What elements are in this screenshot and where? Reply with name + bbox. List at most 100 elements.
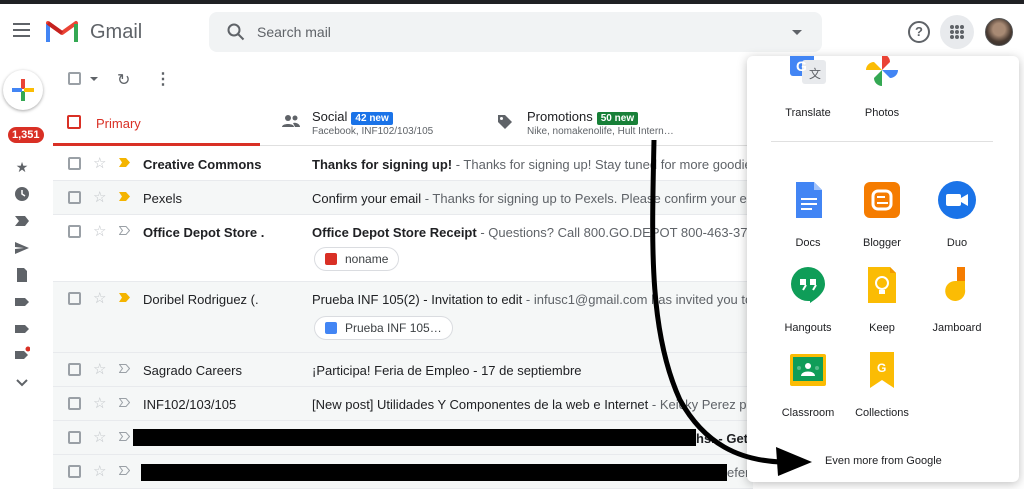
compose-button[interactable]	[3, 70, 43, 110]
app-duo[interactable]: Duo	[917, 180, 997, 249]
app-keep[interactable]: Keep	[842, 265, 922, 334]
table-row[interactable]: ☆ INF102/103/105 [New post] Utilidades Y…	[53, 387, 753, 421]
star-icon[interactable]: ☆	[93, 428, 106, 446]
table-row[interactable]: ☆ Pexels Confirm your email - Thanks for…	[53, 181, 753, 215]
clock-icon[interactable]	[14, 186, 30, 202]
chevron-down-icon[interactable]	[14, 374, 30, 390]
star-icon[interactable]: ★	[14, 159, 30, 175]
app-collections[interactable]: G Collections	[842, 350, 922, 419]
table-row[interactable]: ☆ Creative Commons Thanks for signing up…	[53, 147, 753, 181]
svg-text:G: G	[877, 361, 886, 375]
translate-icon: G 文	[790, 56, 826, 84]
table-row[interactable]: ☆ Sagrado Careers ¡Participa! Feria de E…	[53, 353, 753, 387]
gmail-logo-icon[interactable]	[46, 18, 78, 44]
app-blogger[interactable]: Blogger	[842, 180, 922, 249]
important-marker-icon[interactable]	[119, 466, 130, 475]
compose-icon	[12, 79, 34, 101]
important-marker-icon[interactable]	[119, 158, 130, 167]
star-icon[interactable]: ☆	[93, 394, 106, 412]
google-apps-panel: G 文 Translate Photos Docs Blogger Duo Ha…	[747, 56, 1019, 482]
email-sender: Sagrado Careers	[143, 363, 242, 378]
docs-icon	[796, 182, 822, 218]
image-icon	[325, 253, 337, 265]
email-sender: INF102/103/105	[143, 397, 237, 412]
search-options-icon[interactable]	[792, 30, 802, 35]
star-icon[interactable]: ☆	[93, 154, 106, 172]
attachment-chip[interactable]: Prueba INF 105…	[314, 316, 453, 340]
star-icon[interactable]: ☆	[93, 289, 106, 307]
toolbar: ↻ ⋮	[53, 62, 753, 98]
photos-icon	[866, 56, 898, 86]
important-marker-icon[interactable]	[119, 226, 130, 235]
email-sender: Pexels	[143, 191, 183, 206]
select-all-checkbox[interactable]	[68, 72, 81, 85]
redaction-bar	[133, 429, 696, 446]
label-icon[interactable]	[14, 321, 30, 337]
row-checkbox[interactable]	[68, 292, 81, 305]
classroom-icon	[790, 354, 826, 386]
important-icon[interactable]	[14, 213, 30, 229]
menu-icon[interactable]	[10, 19, 34, 43]
refresh-icon[interactable]: ↻	[117, 70, 130, 90]
even-more-link[interactable]: Even more from Google	[825, 455, 942, 467]
email-subject: Thanks for signing up! - Thanks for sign…	[312, 157, 753, 172]
tab-name: Social 42 new	[312, 109, 393, 125]
tag-icon	[498, 115, 512, 129]
app-translate[interactable]: G 文 Translate	[768, 56, 848, 119]
tab-primary[interactable]: Primary	[53, 98, 260, 146]
star-icon[interactable]: ☆	[93, 462, 106, 480]
row-checkbox[interactable]	[68, 157, 81, 170]
row-checkbox[interactable]	[68, 465, 81, 478]
row-checkbox[interactable]	[68, 363, 81, 376]
more-options-icon[interactable]: ⋮	[155, 69, 171, 89]
jamboard-icon	[945, 267, 966, 301]
tab-subtitle: Nike, nomakenolife, Hult Intern…	[527, 126, 674, 137]
select-options-icon[interactable]	[90, 77, 98, 81]
app-jamboard[interactable]: Jamboard	[917, 265, 997, 334]
important-marker-icon[interactable]	[119, 364, 130, 373]
tab-social[interactable]: Social 42 new Facebook, INF102/103/105	[268, 98, 483, 146]
important-marker-icon[interactable]	[119, 398, 130, 407]
label-icon[interactable]	[14, 294, 30, 310]
hangouts-icon	[791, 267, 825, 303]
important-marker-icon[interactable]	[119, 192, 130, 201]
row-checkbox[interactable]	[68, 225, 81, 238]
search-icon[interactable]	[227, 23, 245, 41]
star-icon[interactable]: ☆	[93, 222, 106, 240]
collections-icon: G	[870, 352, 894, 388]
row-checkbox[interactable]	[68, 431, 81, 444]
attachment-chip[interactable]: noname	[314, 247, 400, 271]
email-subject: Confirm your email - Thanks for signing …	[312, 191, 753, 206]
drafts-icon[interactable]	[14, 267, 30, 283]
app-classroom[interactable]: Classroom	[768, 350, 848, 419]
svg-text:G: G	[796, 58, 807, 74]
table-row[interactable]: ☆ efer	[53, 455, 753, 489]
new-count-badge: 42 new	[351, 112, 393, 125]
app-photos[interactable]: Photos	[842, 56, 922, 119]
search-bar[interactable]: Search mail	[209, 12, 822, 52]
apps-grid-icon[interactable]	[940, 15, 974, 49]
search-input[interactable]: Search mail	[257, 24, 331, 40]
star-icon[interactable]: ☆	[93, 360, 106, 378]
important-marker-icon[interactable]	[119, 432, 130, 441]
email-sender: Creative Commons	[143, 157, 262, 172]
app-name: Gmail	[90, 21, 143, 43]
tab-promotions[interactable]: Promotions 50 new Nike, nomakenolife, Hul…	[483, 98, 753, 146]
help-icon[interactable]: ?	[908, 21, 930, 43]
table-row[interactable]: ☆ hs. - Get U	[53, 421, 753, 455]
email-sender: Doribel Rodriguez (.	[143, 292, 259, 307]
inbox-icon	[67, 115, 81, 129]
table-row[interactable]: ☆ Doribel Rodriguez (. Prueba INF 105(2)…	[53, 282, 753, 353]
app-hangouts[interactable]: Hangouts	[768, 265, 848, 334]
people-icon	[282, 115, 300, 127]
inbox-count-badge[interactable]: 1,351	[8, 127, 44, 143]
star-icon[interactable]: ☆	[93, 188, 106, 206]
sent-icon[interactable]	[14, 240, 30, 256]
app-docs[interactable]: Docs	[768, 180, 848, 249]
table-row[interactable]: ☆ Office Depot Store . Office Depot Stor…	[53, 215, 753, 282]
row-checkbox[interactable]	[68, 397, 81, 410]
avatar[interactable]	[985, 18, 1013, 46]
row-checkbox[interactable]	[68, 191, 81, 204]
important-marker-icon[interactable]	[119, 293, 130, 302]
label-icon[interactable]	[14, 346, 30, 362]
